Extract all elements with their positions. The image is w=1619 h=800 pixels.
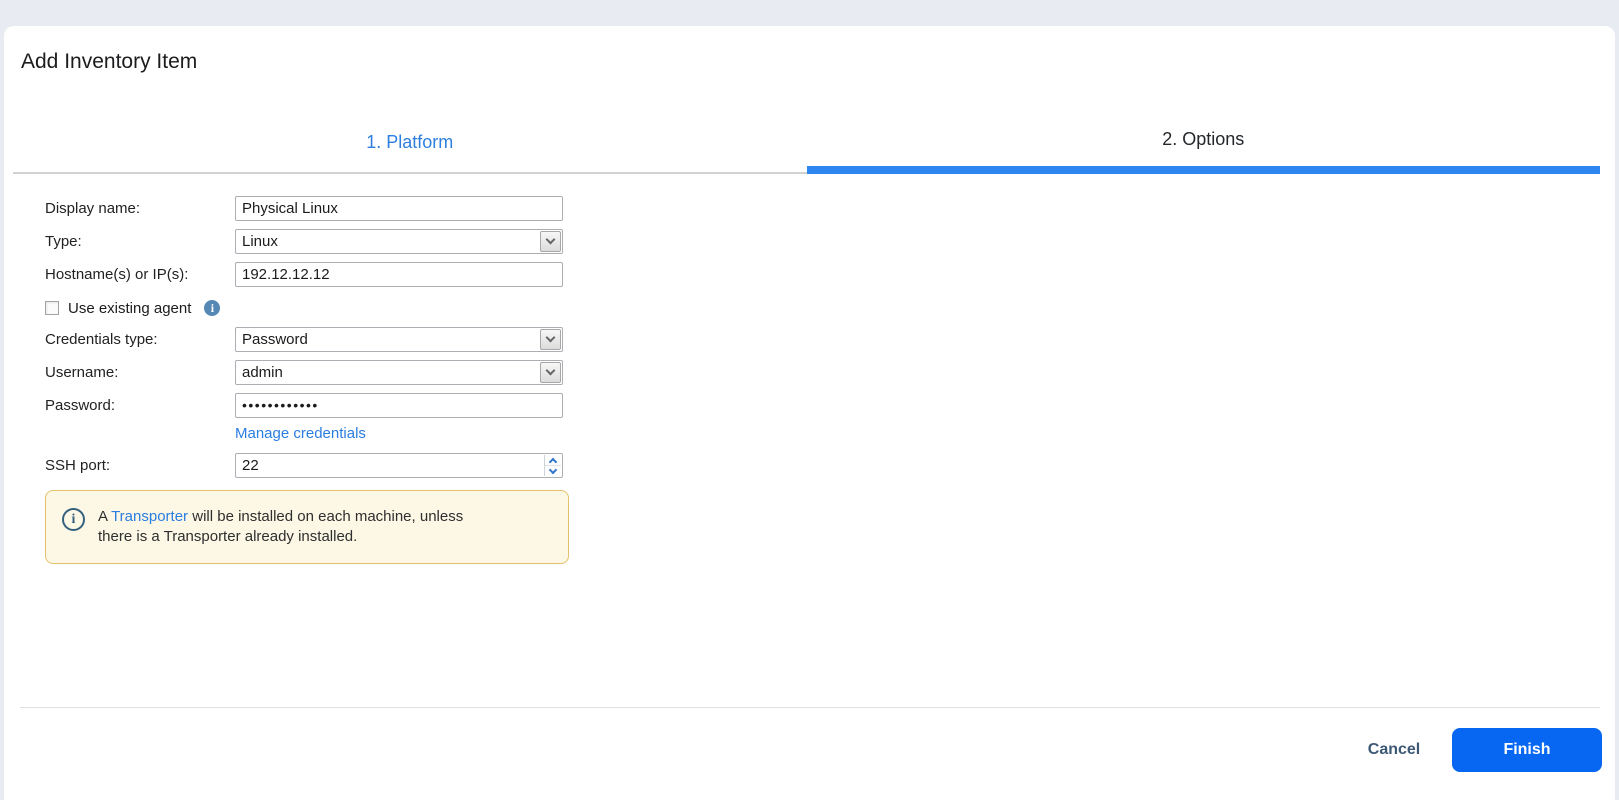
tab-options-label: 2. Options [1162,129,1244,150]
username-label: Username: [45,360,231,385]
username-value: admin [242,361,538,384]
tab-platform[interactable]: 1. Platform [13,112,807,174]
hostname-label: Hostname(s) or IP(s): [45,262,231,287]
credentials-type-select[interactable]: Password [235,327,563,352]
transporter-link[interactable]: Transporter [111,508,188,525]
wizard-steps: 1. Platform 2. Options [13,112,1600,174]
use-existing-agent-checkbox[interactable] [45,301,59,315]
display-name-label: Display name: [45,196,231,221]
spinner-up-icon[interactable] [545,455,561,466]
ssh-port-value: 22 [242,454,538,477]
transporter-notice-text: A Transporter will be installed on each … [98,507,548,547]
footer-divider [20,707,1600,708]
credentials-type-value: Password [242,328,538,351]
notice-prefix: A [98,508,111,525]
ssh-port-spinner [544,455,561,476]
chevron-down-icon[interactable] [540,362,561,383]
use-existing-agent-label: Use existing agent [68,300,191,317]
info-circle-icon: i [62,508,85,531]
manage-credentials-link[interactable]: Manage credentials [235,425,366,442]
password-label: Password: [45,393,231,418]
chevron-down-icon[interactable] [540,329,561,350]
ssh-port-stepper[interactable]: 22 [235,453,563,478]
notice-line2: there is a Transporter already installed… [98,528,357,545]
type-label: Type: [45,229,231,254]
notice-line1-rest: will be installed on each machine, unles… [188,508,463,525]
credentials-type-label: Credentials type: [45,327,231,352]
add-inventory-dialog: Add Inventory Item 1. Platform 2. Option… [4,26,1615,800]
type-select[interactable]: Linux [235,229,563,254]
cancel-button[interactable]: Cancel [1356,738,1432,762]
password-masked-value: •••••••••••• [242,394,558,417]
info-icon[interactable]: i [204,300,220,316]
tab-platform-label: 1. Platform [366,132,453,153]
type-value: Linux [242,230,538,253]
spinner-down-icon[interactable] [545,466,561,476]
display-name-input[interactable]: Physical Linux [235,196,563,221]
ssh-port-label: SSH port: [45,453,231,478]
chevron-down-icon[interactable] [540,231,561,252]
page-title: Add Inventory Item [21,50,197,74]
hostname-input[interactable]: 192.12.12.12 [235,262,563,287]
hostname-value: 192.12.12.12 [242,263,558,286]
use-existing-agent-row: Use existing agent i [45,299,220,317]
tab-options[interactable]: 2. Options [807,112,1601,174]
transporter-notice: i A Transporter will be installed on eac… [45,490,569,564]
username-select[interactable]: admin [235,360,563,385]
finish-button[interactable]: Finish [1452,728,1602,772]
password-input[interactable]: •••••••••••• [235,393,563,418]
display-name-value: Physical Linux [242,197,558,220]
